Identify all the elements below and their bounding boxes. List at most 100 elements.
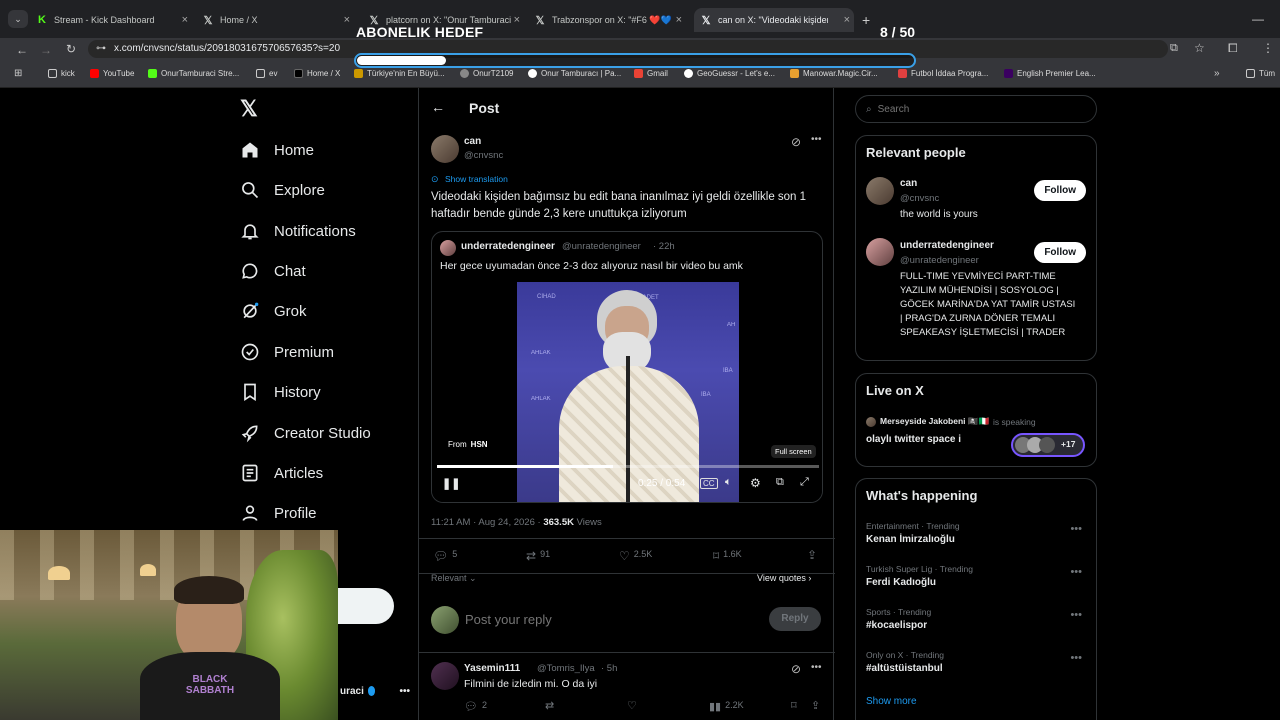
avatar[interactable] bbox=[431, 135, 459, 163]
repost-action[interactable]: ⇄ 91 bbox=[526, 549, 550, 563]
bookmark-onur-pa[interactable]: Onur Tamburacı | Pa... bbox=[528, 69, 621, 78]
x-logo[interactable]: 𝕏 bbox=[240, 96, 258, 122]
bookmark-kick[interactable]: kick bbox=[48, 69, 75, 78]
nav-chat[interactable]: Chat bbox=[240, 261, 306, 281]
close-icon[interactable]: × bbox=[676, 14, 682, 26]
follow-button[interactable]: Follow bbox=[1034, 242, 1086, 263]
author-name[interactable]: can bbox=[464, 136, 481, 147]
tab-kick[interactable]: K Stream - Kick Dashboard × bbox=[36, 8, 192, 32]
author-handle[interactable]: @cnvsnc bbox=[464, 150, 503, 161]
search-input[interactable] bbox=[877, 103, 1058, 115]
quoted-post[interactable]: underratedengineer @unratedengineer · 22… bbox=[431, 231, 823, 503]
reload-icon[interactable]: ↻ bbox=[66, 42, 76, 56]
reply-action[interactable]: 💬︎ 5 bbox=[433, 549, 457, 563]
new-tab-button[interactable]: + bbox=[862, 12, 870, 28]
tab-search-button[interactable]: ⌄ bbox=[8, 10, 28, 28]
nav-creator-studio[interactable]: Creator Studio bbox=[240, 423, 371, 443]
bookmark-geoguessr[interactable]: GeoGuessr - Let's e... bbox=[684, 69, 775, 78]
captions-icon[interactable]: CC bbox=[700, 478, 718, 489]
close-icon[interactable]: × bbox=[514, 14, 520, 26]
bookmark-gmail[interactable]: Gmail bbox=[634, 69, 668, 78]
reply-author-name[interactable]: Yasemin111 bbox=[464, 663, 520, 674]
pip-icon[interactable]: ⧉ bbox=[776, 476, 784, 489]
menu-icon[interactable]: ⋮ bbox=[1262, 41, 1274, 55]
trend-item[interactable]: Turkish Super Lig · Trending Ferdi Kadıo… bbox=[866, 564, 1086, 588]
tab-home-x[interactable]: 𝕏 Home / X × bbox=[202, 8, 354, 32]
like-action[interactable]: ♡ 2.5K bbox=[619, 549, 652, 563]
nav-home[interactable]: Home bbox=[240, 140, 314, 160]
reply-button[interactable]: Reply bbox=[769, 607, 821, 631]
tab-can-post[interactable]: 𝕏 can on X: "Videodaki kişiden × bbox=[694, 8, 854, 32]
follow-button[interactable]: Follow bbox=[1034, 180, 1086, 201]
close-icon[interactable]: × bbox=[182, 14, 188, 26]
show-translation-link[interactable]: Show translation bbox=[445, 174, 508, 184]
bookmark-icon[interactable]: ⌑ bbox=[791, 699, 797, 712]
bookmark-home-x[interactable]: Home / X bbox=[294, 69, 340, 78]
nav-grok[interactable]: Grok bbox=[240, 301, 307, 321]
more-icon[interactable]: ••• bbox=[399, 686, 410, 697]
bookmark-all[interactable]: Tüm bbox=[1246, 69, 1275, 78]
settings-icon[interactable]: ⚙ bbox=[750, 476, 761, 490]
reply-input[interactable] bbox=[465, 608, 745, 630]
person-handle[interactable]: @unratedengineer bbox=[900, 255, 979, 266]
bookmark-onurt2109[interactable]: OnurT2109 bbox=[460, 69, 513, 78]
bookmark-ev[interactable]: ev bbox=[256, 69, 277, 78]
trend-item[interactable]: Entertainment · Trending Kenan İmirzalıo… bbox=[866, 521, 1086, 545]
bookmark-futbol[interactable]: Futbol İddaa Progra... bbox=[898, 69, 988, 78]
bookmark-youtube[interactable]: YouTube bbox=[90, 69, 134, 78]
video-scrubber-track[interactable] bbox=[437, 465, 819, 468]
nav-profile[interactable]: Profile bbox=[240, 503, 317, 523]
repost-icon[interactable]: ⇄ bbox=[545, 699, 554, 712]
view-quotes-link[interactable]: View quotes › bbox=[757, 573, 811, 583]
tab-trabzonspor[interactable]: 𝕏 Trabzonspor on X: "#F6 ❤️💙 × bbox=[534, 8, 686, 32]
search-box[interactable]: ⌕ bbox=[855, 95, 1097, 123]
close-icon[interactable]: × bbox=[344, 14, 350, 26]
person-name[interactable]: underratedengineer bbox=[900, 240, 994, 251]
reply-author-handle[interactable]: @Tomris_Ilya bbox=[537, 663, 595, 674]
grok-icon[interactable]: ⊘ bbox=[791, 135, 801, 149]
close-icon[interactable]: × bbox=[844, 14, 850, 26]
nav-premium[interactable]: Premium bbox=[240, 342, 334, 362]
volume-icon[interactable]: 🔈︎ bbox=[725, 476, 732, 489]
site-info-icon[interactable]: ⊶ bbox=[96, 40, 106, 58]
heart-icon[interactable]: ♡ bbox=[627, 699, 637, 712]
account-switcher[interactable]: uraci ••• bbox=[330, 682, 410, 700]
more-icon[interactable]: ••• bbox=[811, 134, 822, 145]
avatar[interactable] bbox=[866, 238, 894, 266]
pause-icon[interactable]: ❚❚ bbox=[442, 477, 460, 490]
live-title[interactable]: olaylı twitter space i bbox=[866, 434, 961, 445]
avatar[interactable] bbox=[866, 177, 894, 205]
nav-notifications[interactable]: Notifications bbox=[240, 221, 356, 241]
live-host[interactable]: Merseyside Jakobeni 🏴‍☠️🇮🇹 is speaking bbox=[866, 416, 1036, 427]
forward-icon[interactable]: → bbox=[40, 43, 52, 57]
bookmark-onur-stream[interactable]: OnurTamburaci Stre... bbox=[148, 69, 239, 78]
apps-icon[interactable]: ⊞ bbox=[14, 68, 22, 79]
more-icon[interactable]: ••• bbox=[1070, 609, 1082, 621]
nav-articles[interactable]: Articles bbox=[240, 463, 323, 483]
more-icon[interactable]: ••• bbox=[1070, 566, 1082, 578]
share-icon[interactable]: ⇪ bbox=[807, 548, 817, 562]
trend-item[interactable]: Only on X · Trending #altüstüistanbul bbox=[866, 650, 1086, 674]
minimize-button[interactable]: — bbox=[1252, 12, 1264, 26]
more-bookmarks-icon[interactable]: » bbox=[1214, 68, 1220, 79]
show-more-link[interactable]: Show more bbox=[866, 696, 917, 707]
more-icon[interactable]: ••• bbox=[811, 662, 822, 673]
person-name[interactable]: can bbox=[900, 178, 917, 189]
person-handle[interactable]: @cnvsnc bbox=[900, 193, 939, 204]
video-player[interactable]: CİHAD İBADET AH AHLAK İBA AHLAK İBA From… bbox=[432, 282, 822, 502]
reply-reply-action[interactable]: 💬︎ 2 bbox=[464, 700, 487, 713]
grok-icon[interactable]: ⊘ bbox=[791, 662, 801, 676]
avatar[interactable] bbox=[431, 662, 459, 690]
bookmark-star-icon[interactable]: ☆ bbox=[1194, 41, 1205, 55]
back-arrow-icon[interactable]: ← bbox=[431, 99, 445, 115]
nav-history[interactable]: History bbox=[240, 382, 321, 402]
reply-views[interactable]: ▮▮ 2.2K bbox=[709, 700, 744, 713]
extensions-icon[interactable]: ⧠ bbox=[1228, 41, 1238, 56]
sort-dropdown[interactable]: Relevant ⌄ bbox=[431, 573, 477, 584]
fullscreen-label[interactable]: Full screen bbox=[771, 445, 816, 458]
bookmark-action[interactable]: ⌑ 1.6K bbox=[713, 549, 742, 563]
more-icon[interactable]: ••• bbox=[1070, 652, 1082, 664]
nav-explore[interactable]: Explore bbox=[240, 180, 325, 200]
bookmark-manowar[interactable]: Manowar.Magic.Cir... bbox=[790, 69, 878, 78]
live-listeners[interactable]: +17 bbox=[1011, 433, 1085, 457]
